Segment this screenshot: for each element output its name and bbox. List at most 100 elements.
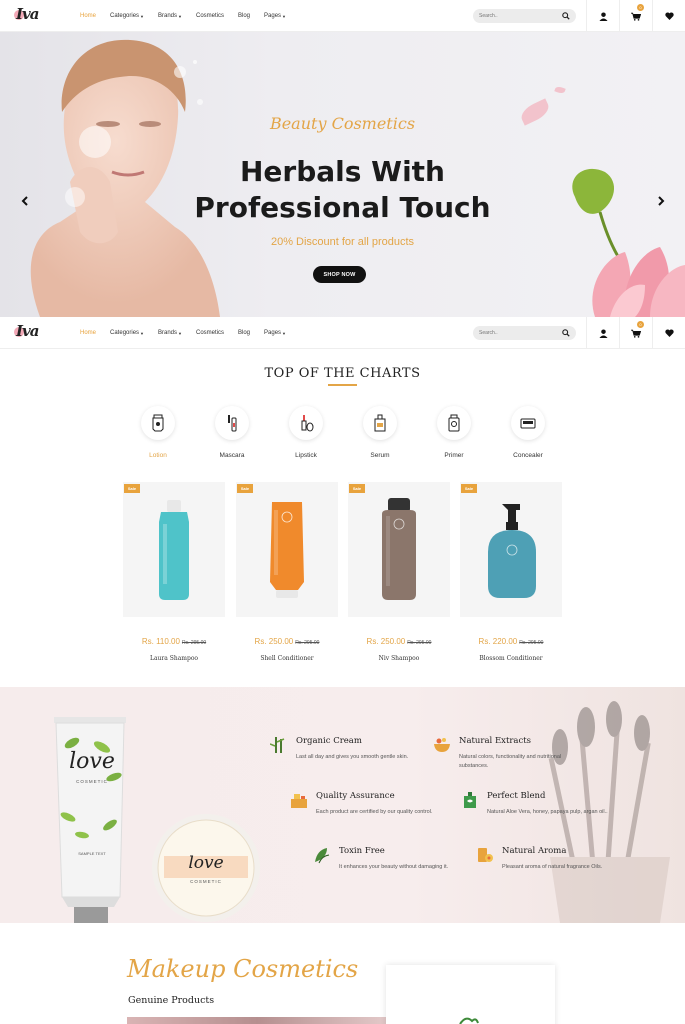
nav-icons: 0 [586,317,685,349]
search-bar [473,326,576,340]
feature-title: Perfect Blend [487,791,546,801]
nav-item-blog[interactable]: Blog [238,13,250,19]
price-row: Rs. 250.00 Rs. 295.00 [236,631,338,649]
nav-item-brands[interactable]: Brands ▼ [158,330,182,336]
product-card[interactable]: Sale Rs. 250.00 Rs. 295.00 Niv Shampoo [348,482,450,662]
price-row: Rs. 110.00 Rs. 295.00 [123,631,225,649]
logo-text: Iva [16,5,39,23]
chevron-right-icon [657,196,664,206]
makeup-script-title: Makeup Cosmetics [127,955,359,983]
category-tabs: Lotion Mascara Lipstick Serum Primer Con… [123,406,563,466]
category-tab-mascara[interactable]: Mascara [197,406,267,459]
account-button[interactable] [586,317,619,349]
cart-button[interactable]: 0 [619,317,652,349]
pump-bottle-image [488,504,536,598]
product-card[interactable]: Sale Rs. 110.00 Rs. 295.00 Laura Shampoo [123,482,225,662]
nav-label: Cosmetics [195,13,224,19]
makeup-product-box[interactable] [386,965,555,1024]
slider-next-button[interactable] [655,194,667,208]
search-input[interactable] [479,13,559,19]
nav-item-categories[interactable]: Categories ▼ [110,330,144,336]
account-button[interactable] [586,0,619,32]
logo[interactable]: Iva [12,321,42,345]
category-circle [511,406,545,440]
nav-label: Pages [264,330,282,336]
nav-item-home[interactable]: Home [80,13,96,19]
feature-desc: Pleasant aroma of natural fragrance Oils… [502,864,603,870]
sticky-navbar: Iva Home Categories ▼ Brands ▼ Cosmetics B… [0,317,685,349]
category-label: Mascara [219,452,245,459]
gift-icon [291,794,307,808]
nav-item-blog[interactable]: Blog [238,330,250,336]
caret-down-icon: ▼ [140,13,144,19]
user-icon [598,328,608,338]
bowl-icon [434,738,450,752]
jar-brand-text: love [188,853,224,873]
category-label: Serum [370,452,390,459]
feature-desc: Natural colors, functionality and nutrit… [459,754,562,769]
product-card[interactable]: Sale Rs. 250.00 Rs. 295.00 Shell Conditio… [236,482,338,662]
product-card[interactable]: Sale Rs. 220.00 Rs. 295.00 Blossom Condit… [460,482,562,662]
product-name[interactable]: Shell Conditioner [236,655,338,662]
product-name[interactable]: Laura Shampoo [123,655,225,662]
caret-down-icon: ▼ [282,13,286,19]
section-title-charts: TOP OF THE CHARTS [264,366,421,381]
cart-button[interactable]: 0 [619,0,652,32]
caret-down-icon: ▼ [178,330,182,336]
title-underline [328,384,357,386]
nav-item-pages[interactable]: Pages ▼ [264,13,286,19]
product-name[interactable]: Niv Shampoo [348,655,450,662]
category-tab-concealer[interactable]: Concealer [493,406,563,459]
nav-item-home[interactable]: Home [80,330,96,336]
category-label: Lipstick [295,452,317,459]
feature-title: Natural Aroma [502,846,567,856]
cart-badge: 0 [637,321,644,328]
search-icon[interactable] [562,12,570,20]
nav-item-categories[interactable]: Categories ▼ [110,13,144,19]
nav-label: Blog [238,330,251,336]
petal-decoration [554,85,566,95]
search-icon[interactable] [562,329,570,337]
feature-desc: It enhances your beauty without damaging… [339,864,449,870]
shop-now-button[interactable]: SHOP NOW [313,266,366,283]
category-circle [215,406,249,440]
nav-item-brands[interactable]: Brands ▼ [158,13,182,19]
nav-item-cosmetics[interactable]: Cosmetics [196,330,224,336]
heart-icon [664,12,674,20]
hero-script-title: Beauty Cosmetics [269,114,416,133]
jar-sub-text: COSMETIC [190,879,222,884]
wishlist-button[interactable] [652,317,685,349]
slider-prev-button[interactable] [18,194,30,208]
product-price: Rs. 110.00 [141,637,180,646]
nav-item-cosmetics[interactable]: Cosmetics [196,13,224,19]
product-image[interactable]: Sale [348,482,450,617]
feature-desc: Each product are certified by our qualit… [316,809,433,815]
product-price: Rs. 250.00 [254,637,294,646]
product-image[interactable]: Sale [236,482,338,617]
category-tab-serum[interactable]: Serum [345,406,415,459]
search-input[interactable] [479,330,559,336]
product-name[interactable]: Blossom Conditioner [460,655,562,662]
hero-discount: 20% Discount for all products [270,236,415,248]
bamboo-icon [270,737,285,753]
category-tab-lotion[interactable]: Lotion [123,406,193,459]
category-label: Lotion [149,452,167,459]
serum-icon [374,414,386,432]
product-image[interactable]: Sale [460,482,562,617]
feature-title: Organic Cream [296,736,362,746]
logo[interactable]: Iva [12,4,42,28]
nav-label: Categories [110,13,140,19]
product-old-price: Rs. 295.00 [519,640,544,646]
category-tab-lipstick[interactable]: Lipstick [271,406,341,459]
nav-label: Brands [158,13,178,19]
wishlist-button[interactable] [652,0,685,32]
nav-item-pages[interactable]: Pages ▼ [264,330,286,336]
nav-icons: 0 [586,0,685,32]
category-label: Primer [444,452,464,459]
nav-label: Home [80,330,97,336]
flower-jar-icon [478,848,493,862]
product-image[interactable]: Sale [123,482,225,617]
nav-label: Blog [238,13,251,19]
category-tab-primer[interactable]: Primer [419,406,489,459]
top-navbar: Iva Home Categories ▼ Brands ▼ Cosmetics B… [0,0,685,32]
